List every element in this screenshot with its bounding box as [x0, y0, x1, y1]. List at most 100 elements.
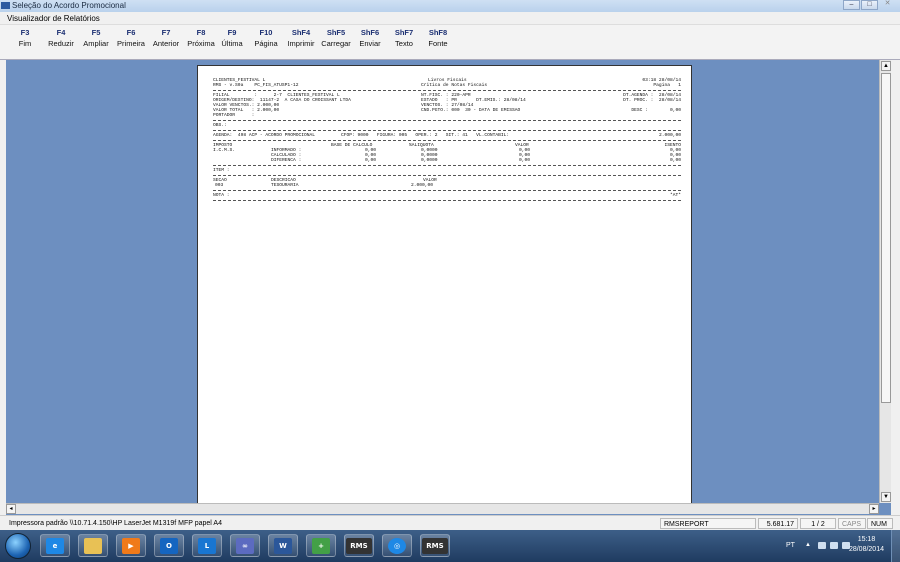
report-name: RMSREPORT — [660, 518, 756, 529]
vertical-scrollbar[interactable]: ▲ ▼ — [879, 60, 891, 503]
horizontal-scrollbar[interactable]: ◂ ▸ — [6, 503, 879, 514]
taskbar: e ▶ O L ∞ W + RMS ◎ RMS PT ▲ 15:18 28/08… — [0, 530, 900, 562]
key-label: ShF8 — [428, 28, 448, 37]
key-label: F7 — [161, 28, 171, 37]
first-page-button[interactable]: F6 Primeira — [114, 28, 148, 58]
rms-icon: RMS — [422, 537, 448, 554]
scroll-thumb[interactable] — [881, 73, 891, 403]
printer-status: Impressora padrão \\10.71.4.150\HP Laser… — [9, 520, 222, 527]
clock[interactable]: 15:18 28/08/2014 — [849, 535, 884, 555]
explorer-icon — [84, 537, 102, 554]
load-button[interactable]: ShF5 Carregar — [320, 28, 352, 58]
tray-expand-icon[interactable]: ▲ — [805, 542, 811, 548]
print-button[interactable]: ShF4 Imprimir — [285, 28, 317, 58]
scroll-up-icon[interactable]: ▲ — [881, 61, 891, 71]
clock-time: 15:18 — [857, 536, 876, 543]
show-desktop-button[interactable] — [891, 530, 900, 562]
outer-window-title: Seleção do Acordo Promocional — [12, 1, 126, 10]
taskbar-explorer[interactable] — [78, 534, 108, 557]
page-button[interactable]: F10 Página — [252, 28, 280, 58]
app-logo-icon — [1, 2, 10, 9]
button-label: Próxima — [187, 39, 215, 48]
button-label: Enviar — [359, 39, 381, 48]
language-indicator[interactable]: PT — [786, 542, 795, 549]
button-label: Anterior — [152, 39, 180, 48]
word-icon: W — [274, 537, 292, 554]
text-button[interactable]: ShF7 Texto — [390, 28, 418, 58]
button-label: Página — [254, 39, 278, 48]
rms-icon: RMS — [346, 537, 372, 554]
toolbar: F3 Fim F4 Reduzir F5 Ampliar F6 Primeira F7 A… — [0, 25, 900, 60]
taskbar-tool[interactable]: + — [306, 534, 336, 557]
lync-icon: L — [198, 537, 216, 554]
system-tray: PT ▲ 15:18 28/08/2014 — [760, 530, 900, 562]
send-button[interactable]: ShF6 Enviar — [356, 28, 384, 58]
key-label: ShF7 — [394, 28, 414, 37]
scroll-down-icon[interactable]: ▼ — [881, 492, 891, 502]
taskbar-ie[interactable]: e — [40, 534, 70, 557]
next-page-button[interactable]: F8 Próxima — [184, 28, 218, 58]
reduce-button[interactable]: F4 Reduzir — [44, 28, 78, 58]
caps-indicator: CAPS — [838, 518, 866, 529]
key-label: ShF5 — [326, 28, 346, 37]
media-icon: ▶ — [122, 537, 140, 554]
button-label: Reduzir — [48, 39, 74, 48]
button-label: Fonte — [428, 39, 448, 48]
key-label: F4 — [56, 28, 66, 37]
button-label: Última — [221, 39, 243, 48]
num-indicator: NUM — [867, 518, 893, 529]
taskbar-rms-2[interactable]: RMS — [420, 534, 450, 557]
start-button[interactable] — [5, 533, 31, 559]
minimize-icon[interactable]: – — [843, 0, 860, 10]
taskbar-rms[interactable]: RMS — [344, 534, 374, 557]
status-bar: Impressora padrão \\10.71.4.150\HP Laser… — [0, 515, 900, 530]
taskbar-lync[interactable]: L — [192, 534, 222, 557]
taskbar-network[interactable]: ◎ — [382, 534, 412, 557]
flag-icon[interactable] — [818, 542, 826, 549]
right-border — [891, 60, 900, 515]
window-controls: – □ ✕ — [843, 0, 896, 12]
font-button[interactable]: ShF8 Fonte — [424, 28, 452, 58]
outlook-icon: O — [160, 537, 178, 554]
key-label: F9 — [227, 28, 237, 37]
button-label: Fim — [18, 39, 32, 48]
previous-page-button[interactable]: F7 Anterior — [149, 28, 183, 58]
last-page-button[interactable]: F9 Última — [218, 28, 246, 58]
key-label: F5 — [91, 28, 101, 37]
scroll-left-icon[interactable]: ◂ — [6, 504, 16, 514]
button-label: Primeira — [117, 39, 145, 48]
key-label: F6 — [126, 28, 136, 37]
key-label: F8 — [196, 28, 206, 37]
taskbar-word[interactable]: W — [268, 534, 298, 557]
status-value: 5.681.17 — [758, 518, 798, 529]
taskbar-app[interactable]: ∞ — [230, 534, 260, 557]
key-label: F3 — [20, 28, 30, 37]
taskbar-media[interactable]: ▶ — [116, 534, 146, 557]
inner-title-bar: Visualizador de Relatórios — [0, 12, 900, 25]
network-icon: ◎ — [388, 537, 406, 554]
app-icon: ∞ — [236, 537, 254, 554]
end-button[interactable]: F3 Fim — [12, 28, 38, 58]
clock-date: 28/08/2014 — [848, 546, 884, 553]
page-indicator: 1 / 2 — [800, 518, 836, 529]
close-icon[interactable]: ✕ — [879, 0, 896, 10]
divider — [213, 198, 681, 203]
report-viewer: CLIENTES_FESTIVAL L Livros Fiscais 03:18 2… — [6, 60, 879, 505]
taskbar-outlook[interactable]: O — [154, 534, 184, 557]
key-label: F10 — [259, 28, 273, 37]
maximize-icon[interactable]: □ — [861, 0, 878, 10]
button-label: Carregar — [321, 39, 351, 48]
ie-icon: e — [46, 537, 64, 554]
tool-icon: + — [312, 537, 330, 554]
button-label: Ampliar — [83, 39, 109, 48]
outer-title-bar: Seleção do Acordo Promocional – □ ✕ — [0, 0, 900, 12]
report-body: CLIENTES_FESTIVAL L Livros Fiscais 03:18 2… — [213, 78, 681, 203]
button-label: Imprimir — [287, 39, 315, 48]
button-label: Texto — [395, 39, 413, 48]
scroll-right-icon[interactable]: ▸ — [869, 504, 879, 514]
key-label: ShF4 — [291, 28, 311, 37]
network-tray-icon[interactable] — [830, 542, 838, 549]
report-page: CLIENTES_FESTIVAL L Livros Fiscais 03:18 2… — [197, 65, 692, 505]
enlarge-button[interactable]: F5 Ampliar — [80, 28, 112, 58]
key-label: ShF6 — [360, 28, 380, 37]
